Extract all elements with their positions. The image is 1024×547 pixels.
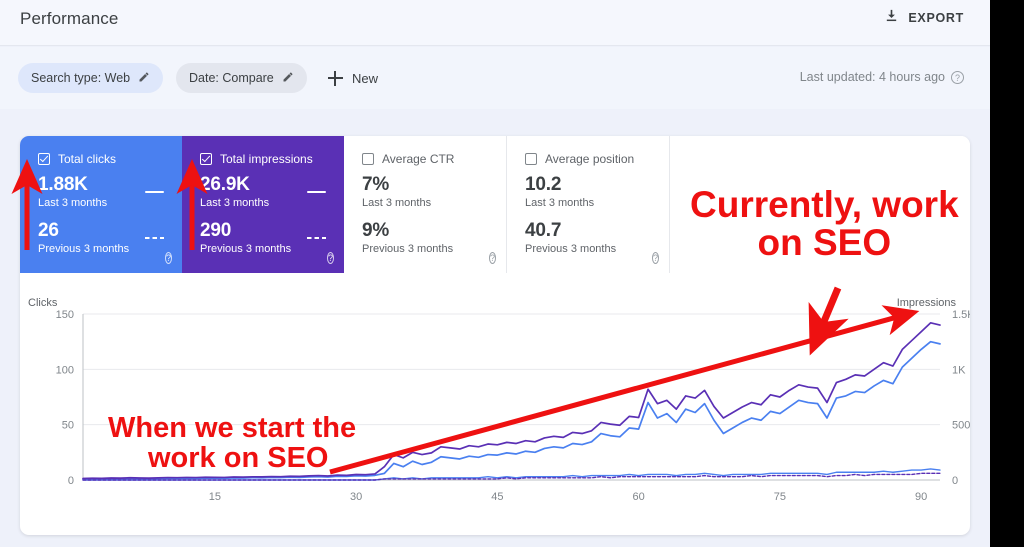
help-circle-icon: ? [651, 252, 659, 264]
annotation-currently-work-on-seo: Currently, work on SEO [690, 184, 959, 264]
svg-text:500: 500 [952, 420, 970, 432]
filter-bar: Search type: Web Date: Compare New Last … [0, 47, 990, 109]
date-filter-label: Date: Compare [189, 71, 274, 85]
metric-help-button[interactable]: ? [488, 248, 496, 266]
metric-previous-label: Previous 3 months [38, 242, 130, 255]
metric-name: Total impressions [220, 152, 313, 166]
metric-current-row: 10.2 Last 3 months [525, 175, 655, 209]
export-label: EXPORT [908, 11, 964, 25]
metric-current-value: 26.9K [200, 174, 250, 195]
plus-icon [328, 70, 343, 86]
screen-edge-band [990, 0, 1024, 547]
svg-text:30: 30 [350, 491, 362, 503]
svg-text:90: 90 [915, 491, 927, 503]
metric-previous-label: Previous 3 months [200, 242, 292, 255]
annotation-left-line1: When we start the [108, 412, 357, 444]
svg-text:150: 150 [56, 309, 74, 321]
help-circle-icon: ? [488, 252, 496, 264]
svg-text:15: 15 [209, 491, 221, 503]
legend-dashed-line-icon [145, 236, 164, 240]
metric-previous-row: 26 Previous 3 months [38, 219, 168, 255]
metric-current-value: 1.88K [38, 174, 88, 195]
metric-help-button[interactable]: ? [326, 248, 334, 266]
new-filter-label: New [352, 70, 379, 86]
metric-previous-value: 290 [200, 219, 232, 241]
search-type-filter-chip[interactable]: Search type: Web [18, 63, 164, 93]
metric-tile-average-ctr[interactable]: Average CTR 7% Last 3 months 9% Previous… [344, 136, 507, 273]
metric-current-row: 26.9K Last 3 months [200, 175, 330, 209]
legend-dashed-line-icon [307, 236, 326, 240]
legend-solid-line-icon [307, 190, 326, 194]
metric-current-value: 10.2 [525, 174, 562, 195]
metric-tile-total-impressions[interactable]: Total impressions 26.9K Last 3 months 29… [182, 136, 344, 273]
last-updated-label: Last updated: 4 hours ago [799, 70, 945, 84]
annotation-left-line2: work on SEO [148, 442, 329, 475]
page-title: Performance [20, 9, 119, 28]
help-circle-icon: ? [164, 252, 172, 264]
metric-previous-row: 290 Previous 3 months [200, 219, 330, 255]
help-circle-icon[interactable]: ? [951, 70, 964, 84]
chart-svg: 0 0 50 500 100 1K 150 1.5K 15 30 45 60 75 90 [56, 309, 970, 503]
metric-help-button[interactable]: ? [164, 248, 172, 266]
checkbox-unchecked-icon[interactable] [362, 153, 374, 165]
metric-current-value: 7% [362, 174, 390, 195]
app-bar: Performance EXPORT [0, 0, 990, 46]
metric-current-label: Last 3 months [525, 196, 595, 209]
performance-chart: Clicks Impressions 00505001001K1501.5K15… [20, 273, 970, 535]
metric-previous-row: 9% Previous 3 months [362, 219, 492, 255]
metric-previous-value: 9% [362, 219, 390, 241]
metric-current-row: 1.88K Last 3 months [38, 175, 168, 209]
svg-text:100: 100 [56, 364, 74, 376]
help-circle-icon: ? [326, 252, 334, 264]
annotation-right-line2: on SEO [757, 222, 892, 264]
export-button[interactable]: EXPORT [884, 8, 964, 28]
new-filter-button[interactable]: New [320, 63, 386, 93]
metric-tile-total-clicks[interactable]: Total clicks 1.88K Last 3 months 26 Prev… [20, 136, 182, 273]
download-icon [884, 8, 899, 28]
checkbox-checked-icon[interactable] [38, 153, 50, 165]
annotation-when-we-start-seo: When we start the work on SEO [108, 413, 356, 473]
svg-text:50: 50 [62, 420, 74, 432]
metric-previous-value: 40.7 [525, 219, 562, 241]
metric-name: Average position [545, 152, 635, 166]
metric-tile-average-position[interactable]: Average position 10.2 Last 3 months 40.7… [507, 136, 670, 273]
metric-current-label: Last 3 months [38, 196, 108, 209]
metric-current-label: Last 3 months [200, 196, 270, 209]
search-type-filter-label: Search type: Web [31, 71, 131, 85]
checkbox-checked-icon[interactable] [200, 153, 212, 165]
metric-previous-row: 40.7 Previous 3 months [525, 219, 655, 255]
metric-current-label: Last 3 months [362, 196, 432, 209]
pencil-icon [282, 71, 294, 86]
metric-help-button[interactable]: ? [651, 248, 659, 266]
last-updated-status: Last updated: 4 hours ago ? [800, 70, 964, 84]
svg-text:1K: 1K [952, 364, 966, 376]
metric-tile-header: Average position [525, 152, 655, 166]
legend-solid-line-icon [145, 190, 164, 194]
metric-previous-label: Previous 3 months [525, 242, 617, 255]
metric-current-row: 7% Last 3 months [362, 175, 492, 209]
pencil-icon [138, 71, 150, 86]
metric-tile-header: Total clicks [38, 152, 168, 166]
date-filter-chip[interactable]: Date: Compare [176, 63, 307, 93]
svg-text:45: 45 [491, 491, 503, 503]
performance-page: Performance EXPORT Search type: Web Date… [0, 0, 1024, 547]
metric-previous-label: Previous 3 months [362, 242, 454, 255]
svg-text:0: 0 [952, 475, 958, 487]
svg-text:75: 75 [774, 491, 786, 503]
svg-text:0: 0 [68, 475, 74, 487]
checkbox-unchecked-icon[interactable] [525, 153, 537, 165]
metric-tile-header: Total impressions [200, 152, 330, 166]
svg-text:1.5K: 1.5K [952, 309, 970, 321]
annotation-right-line1: Currently, work [690, 184, 959, 225]
metric-tile-header: Average CTR [362, 152, 492, 166]
svg-text:60: 60 [633, 491, 645, 503]
metric-name: Total clicks [58, 152, 117, 166]
metric-name: Average CTR [382, 152, 455, 166]
metric-previous-value: 26 [38, 219, 59, 241]
